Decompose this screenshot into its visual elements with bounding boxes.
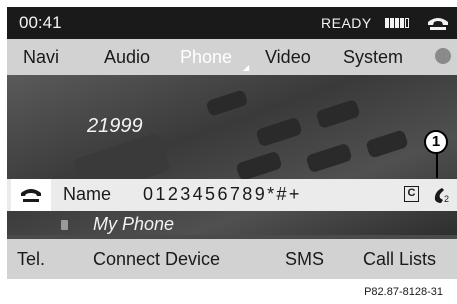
redial-count: 2	[444, 194, 450, 204]
figure-caption: P82.87-8128-31	[364, 286, 443, 298]
name-selector[interactable]: Name	[63, 184, 111, 205]
menu-item-video[interactable]: Video	[265, 47, 311, 68]
clock: 00:41	[19, 13, 62, 32]
bottom-menu: Tel. Connect Device SMS Call Lists	[7, 239, 457, 279]
call-lists-button[interactable]: Call Lists	[363, 249, 436, 270]
sms-button[interactable]: SMS	[285, 249, 324, 270]
tel-button[interactable]: Tel.	[17, 249, 45, 270]
status-bar: 00:41 READY	[7, 7, 457, 39]
digit-keys[interactable]: 0123456789*#+	[143, 184, 302, 205]
display-screen: 00:41 READY Navi Audio Phone ◢ Video Sys…	[7, 7, 457, 279]
hangup-icon	[21, 189, 41, 202]
ready-status: READY	[321, 15, 372, 31]
submenu-caret-icon: ◢	[243, 63, 250, 72]
dialed-number: 21999	[87, 115, 143, 137]
menu-item-phone[interactable]: Phone	[180, 47, 232, 68]
globe-icon[interactable]	[435, 48, 451, 64]
menu-item-navi[interactable]: Navi	[23, 47, 59, 68]
phone-name: My Phone	[93, 214, 175, 234]
connect-device-button[interactable]: Connect Device	[93, 249, 220, 270]
clear-button[interactable]: C	[404, 186, 419, 202]
bluetooth-phone-icon	[61, 220, 68, 230]
phone-handset-icon	[428, 18, 448, 30]
main-menu: Navi Audio Phone ◢ Video System	[7, 39, 457, 75]
redial-button[interactable]: 2	[432, 186, 452, 209]
hangup-button[interactable]	[11, 179, 51, 211]
dial-speller: Name 0123456789*#+ C 2	[7, 179, 457, 211]
callout-marker: 1	[424, 130, 448, 154]
connected-phone: My Phone	[7, 211, 457, 239]
callout-line	[436, 154, 438, 178]
menu-item-system[interactable]: System	[343, 47, 403, 68]
menu-item-audio[interactable]: Audio	[104, 47, 150, 68]
signal-strength-icon	[385, 18, 409, 28]
